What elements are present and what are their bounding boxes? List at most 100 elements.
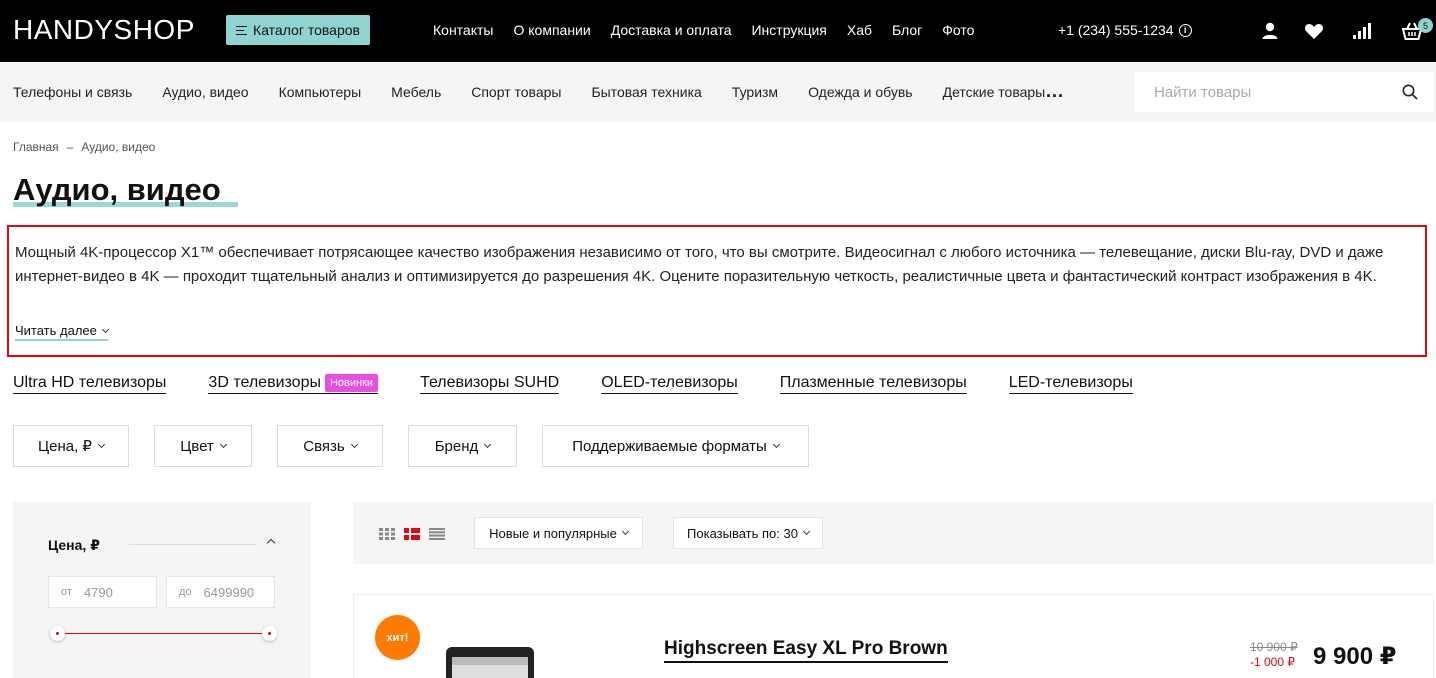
subcategory-link[interactable]: Телевизоры SUHD xyxy=(420,374,560,394)
menu-icon xyxy=(236,25,248,35)
filter-brand[interactable]: Бренд xyxy=(408,425,517,467)
price-slider-min-handle[interactable] xyxy=(50,626,65,641)
category-furniture[interactable]: Мебель xyxy=(391,84,441,100)
price-to-value: 6499990 xyxy=(203,584,255,600)
user-icon[interactable] xyxy=(1259,20,1281,42)
category-tourism[interactable]: Туризм xyxy=(732,84,778,100)
search-icon[interactable] xyxy=(1402,84,1418,100)
subcategory-label: Плазменные телевизоры xyxy=(779,374,967,391)
description-text: Мощный 4K-процессор X1™ обеспечивает пот… xyxy=(15,244,1384,285)
category-phones[interactable]: Телефоны и связь xyxy=(13,84,132,100)
chevron-down-icon xyxy=(772,440,780,449)
read-more-label: Читать далее xyxy=(15,323,97,338)
nav-photo[interactable]: Фото xyxy=(942,22,974,38)
filter-label: Связь xyxy=(303,437,345,455)
phone-number[interactable]: +1 (234) 555-1234 i xyxy=(1058,22,1192,38)
product-name-link[interactable]: Highscreen Easy XL Pro Brown xyxy=(664,638,948,663)
nav-delivery[interactable]: Доставка и оплата xyxy=(611,22,732,38)
category-audio-video[interactable]: Аудио, видео xyxy=(162,84,248,100)
filter-label: Поддерживаемые форматы xyxy=(572,437,767,455)
subcategory-label: OLED-телевизоры xyxy=(601,374,738,391)
subcategory-link[interactable]: LED-телевизоры xyxy=(1008,374,1133,394)
nav-about[interactable]: О компании xyxy=(513,22,590,38)
product-card: хит! Highscreen Easy XL Pro Brown 10 900… xyxy=(353,594,1434,678)
subcategory-link[interactable]: Ultra HD телевизоры xyxy=(13,374,167,394)
compare-icon[interactable] xyxy=(1351,20,1373,42)
breadcrumb-separator: – xyxy=(66,140,74,154)
subcategory-label: Ultra HD телевизоры xyxy=(13,374,167,391)
category-computers[interactable]: Компьютеры xyxy=(279,84,362,100)
new-badge: Новинки xyxy=(324,374,379,392)
per-page-select[interactable]: Показывать по: 30 xyxy=(673,517,823,549)
catalog-button-label: Каталог товаров xyxy=(253,22,360,38)
filter-label: Цвет xyxy=(180,437,214,455)
price-from-label: от xyxy=(61,586,72,598)
category-nav: Телефоны и связь Аудио, видео Компьютеры… xyxy=(13,84,1075,100)
filter-label: Цена, ₽ xyxy=(38,438,92,455)
sort-value: Новые и популярные xyxy=(489,525,617,541)
subcategory-links: Ultra HD телевизоры 3D телевизоры Новинки… xyxy=(13,374,1175,394)
table-view-icon[interactable] xyxy=(429,528,445,540)
breadcrumb-current: Аудио, видео xyxy=(81,140,156,154)
filter-sidebar: Цена, ₽ от 4790 до 6499990 xyxy=(13,502,311,678)
chevron-down-icon xyxy=(97,440,106,449)
nav-blog[interactable]: Блог xyxy=(892,22,922,38)
info-icon[interactable]: i xyxy=(1178,23,1192,37)
search-input[interactable] xyxy=(1134,72,1394,112)
subcategory-label: 3D телевизоры xyxy=(208,374,321,391)
discount-amount: -1 000 ₽ xyxy=(1250,655,1295,669)
category-sport[interactable]: Спорт товары xyxy=(471,84,561,100)
category-appliances[interactable]: Бытовая техника xyxy=(591,84,701,100)
sort-select[interactable]: Новые и популярные xyxy=(474,517,643,549)
heart-icon[interactable] xyxy=(1303,20,1325,42)
nav-hub[interactable]: Хаб xyxy=(847,22,872,38)
chevron-down-icon xyxy=(350,440,358,449)
price-from-value: 4790 xyxy=(83,584,113,600)
price-filter-title[interactable]: Цена, ₽ xyxy=(48,537,100,554)
per-page-value: Показывать по: 30 xyxy=(687,525,798,541)
subcategory-link[interactable]: OLED-телевизоры xyxy=(601,374,738,394)
page-title: Аудио, видео xyxy=(13,172,221,207)
logo[interactable]: HANDYSHOP xyxy=(13,14,195,46)
divider xyxy=(129,544,257,545)
top-nav: Контакты О компании Доставка и оплата Ин… xyxy=(433,22,994,38)
breadcrumb: Главная – Аудио, видео xyxy=(13,140,155,154)
category-clothing[interactable]: Одежда и обувь xyxy=(808,84,913,100)
catalog-button[interactable]: Каталог товаров xyxy=(226,15,370,45)
nav-contacts[interactable]: Контакты xyxy=(433,22,493,38)
hit-badge: хит! xyxy=(375,615,420,660)
filter-label: Бренд xyxy=(434,437,479,455)
grid-view-icon[interactable] xyxy=(379,528,395,540)
subcategory-link[interactable]: Плазменные телевизоры xyxy=(779,374,967,394)
category-description: Мощный 4K-процессор X1™ обеспечивает пот… xyxy=(7,225,1427,357)
price-from-field[interactable]: от 4790 xyxy=(48,576,157,608)
top-bar: HANDYSHOP Каталог товаров Контакты О ком… xyxy=(0,0,1436,62)
search-box xyxy=(1134,72,1434,112)
breadcrumb-home[interactable]: Главная xyxy=(13,140,59,154)
product-price: 9 900 ₽ xyxy=(1313,643,1397,670)
old-price: 10 900 ₽ xyxy=(1250,640,1298,654)
product-image-bar xyxy=(452,657,528,665)
read-more-link[interactable]: Читать далее xyxy=(15,323,109,341)
price-slider-track[interactable] xyxy=(58,633,269,634)
chevron-down-icon xyxy=(484,440,492,449)
list-view-icon[interactable] xyxy=(404,528,420,540)
price-slider-max-handle[interactable] xyxy=(262,626,277,641)
more-categories-button[interactable]: ... xyxy=(1046,82,1064,100)
phone-text: +1 (234) 555-1234 xyxy=(1058,22,1174,38)
chevron-down-icon xyxy=(621,527,629,536)
filter-color[interactable]: Цвет xyxy=(154,425,252,467)
nav-instructions[interactable]: Инструкция xyxy=(751,22,826,38)
filter-formats[interactable]: Поддерживаемые форматы xyxy=(542,425,809,467)
chevron-up-icon[interactable] xyxy=(266,538,276,548)
chevron-down-icon xyxy=(219,440,227,449)
category-kids[interactable]: Детские товары xyxy=(943,84,1046,100)
product-image[interactable] xyxy=(446,647,534,678)
filter-connectivity[interactable]: Связь xyxy=(277,425,383,467)
subcategory-label: Телевизоры SUHD xyxy=(420,374,560,391)
catalog-toolbar: Новые и популярные Показывать по: 30 xyxy=(353,502,1434,564)
price-to-field[interactable]: до 6499990 xyxy=(166,576,275,608)
subcategory-link[interactable]: 3D телевизоры Новинки xyxy=(208,374,379,394)
price-to-label: до xyxy=(179,586,192,598)
filter-price[interactable]: Цена, ₽ xyxy=(13,425,129,467)
